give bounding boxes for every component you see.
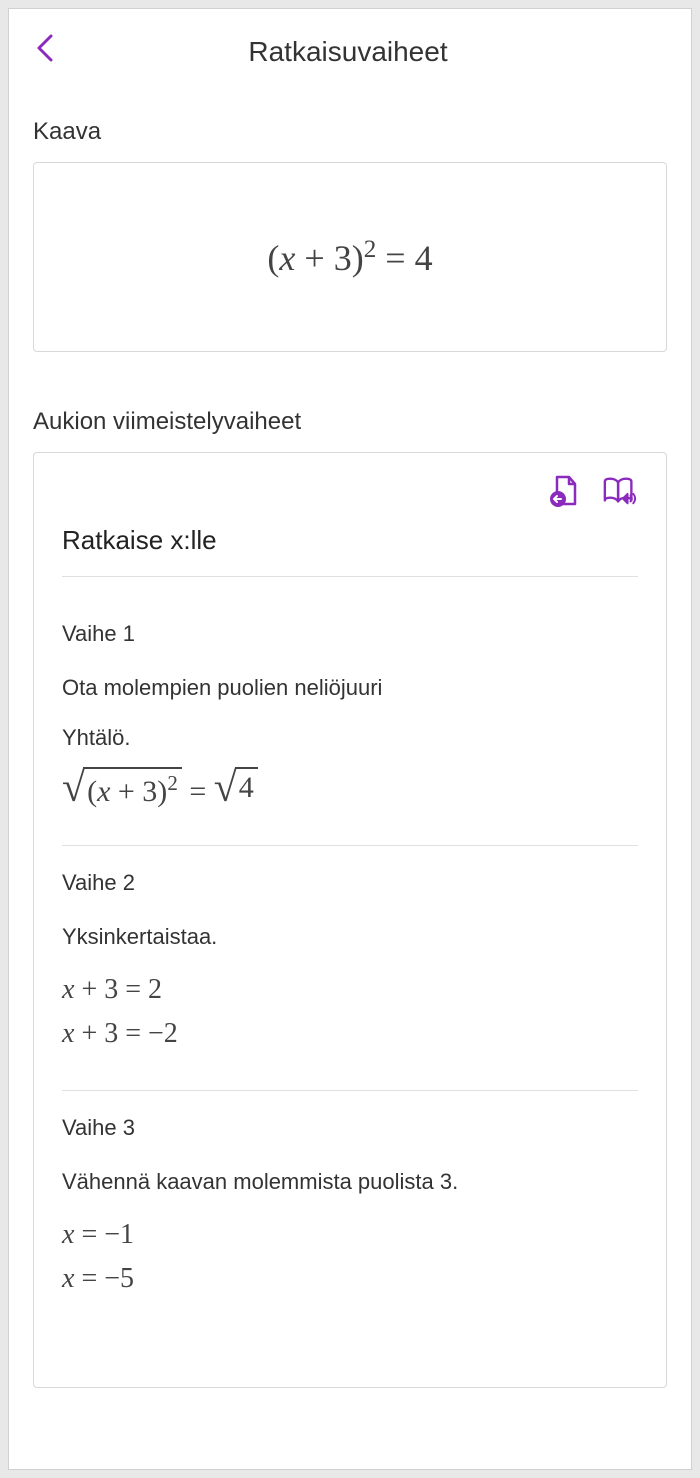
immersive-reader-button[interactable] xyxy=(602,473,638,509)
formula-expression: (x + 3)2 = 4 xyxy=(267,236,432,279)
step-label: Vaihe 2 xyxy=(62,870,638,896)
formula-section-label: Kaava xyxy=(33,118,667,146)
step-label: Vaihe 1 xyxy=(62,621,638,647)
step-1: Vaihe 1 Ota molempien puolien neliöjuuri… xyxy=(62,621,638,846)
page-title: Ratkaisuvaiheet xyxy=(69,36,627,68)
step-3: Vaihe 3 Vähennä kaavan molemmista puolis… xyxy=(62,1115,638,1335)
chevron-left-icon xyxy=(33,34,57,62)
steps-section-label: Aukion viimeistelyvaiheet xyxy=(33,408,667,436)
step-description: Ota molempien puolien neliöjuuri xyxy=(62,675,638,701)
insert-to-page-button[interactable] xyxy=(546,473,582,509)
back-button[interactable] xyxy=(33,33,57,70)
step-2: Vaihe 2 Yksinkertaistaa. x + 3 = 2 x + 3… xyxy=(62,870,638,1091)
step-description: Vähennä kaavan molemmista puolista 3. xyxy=(62,1169,638,1195)
step-subdescription: Yhtälö. xyxy=(62,725,638,751)
step-math-line: x + 3 = −2 xyxy=(62,1018,638,1050)
step-math: √(x + 3)2 = √4 xyxy=(62,767,638,809)
step-math-line: x = −1 xyxy=(62,1219,638,1251)
steps-box: Ratkaise x:lle Vaihe 1 Ota molempien puo… xyxy=(33,452,667,1388)
step-label: Vaihe 3 xyxy=(62,1115,638,1141)
math-panel: Ratkaisuvaiheet Kaava (x + 3)2 = 4 Aukio… xyxy=(8,8,692,1470)
document-insert-icon xyxy=(547,474,581,508)
book-audio-icon xyxy=(602,474,638,508)
step-math-line: x = −5 xyxy=(62,1263,638,1295)
solve-for-title: Ratkaise x:lle xyxy=(62,525,638,577)
panel-header: Ratkaisuvaiheet xyxy=(33,33,667,70)
steps-toolbar xyxy=(62,473,638,509)
step-description: Yksinkertaistaa. xyxy=(62,924,638,950)
formula-box: (x + 3)2 = 4 xyxy=(33,162,667,352)
step-math-line: x + 3 = 2 xyxy=(62,974,638,1006)
